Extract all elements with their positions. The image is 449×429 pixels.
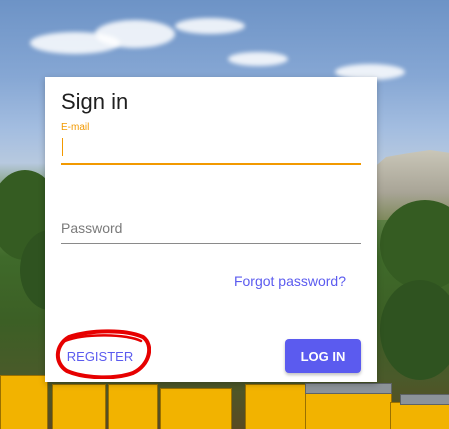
- cloud: [95, 20, 175, 48]
- cloud: [175, 18, 245, 34]
- email-field[interactable]: [61, 135, 361, 165]
- forgot-password-link[interactable]: Forgot password?: [234, 273, 346, 289]
- text-cursor: [62, 138, 63, 156]
- beehive: [108, 384, 158, 429]
- login-button[interactable]: LOG IN: [285, 339, 361, 373]
- beehive: [305, 390, 392, 429]
- beehive: [160, 388, 232, 429]
- beehive: [245, 384, 307, 429]
- page-title: Sign in: [61, 89, 129, 114]
- email-label: E-mail: [61, 122, 90, 133]
- password-field[interactable]: [61, 213, 361, 244]
- tree: [380, 280, 449, 380]
- beehive: [52, 384, 106, 429]
- signin-card: Sign in E-mail Forgot password? REGISTER…: [45, 77, 377, 382]
- beehive-lid: [305, 383, 392, 394]
- beehive: [390, 402, 449, 429]
- register-button[interactable]: REGISTER: [60, 343, 140, 369]
- beehive-lid: [400, 394, 449, 405]
- beehive: [0, 375, 48, 429]
- cloud: [228, 52, 288, 66]
